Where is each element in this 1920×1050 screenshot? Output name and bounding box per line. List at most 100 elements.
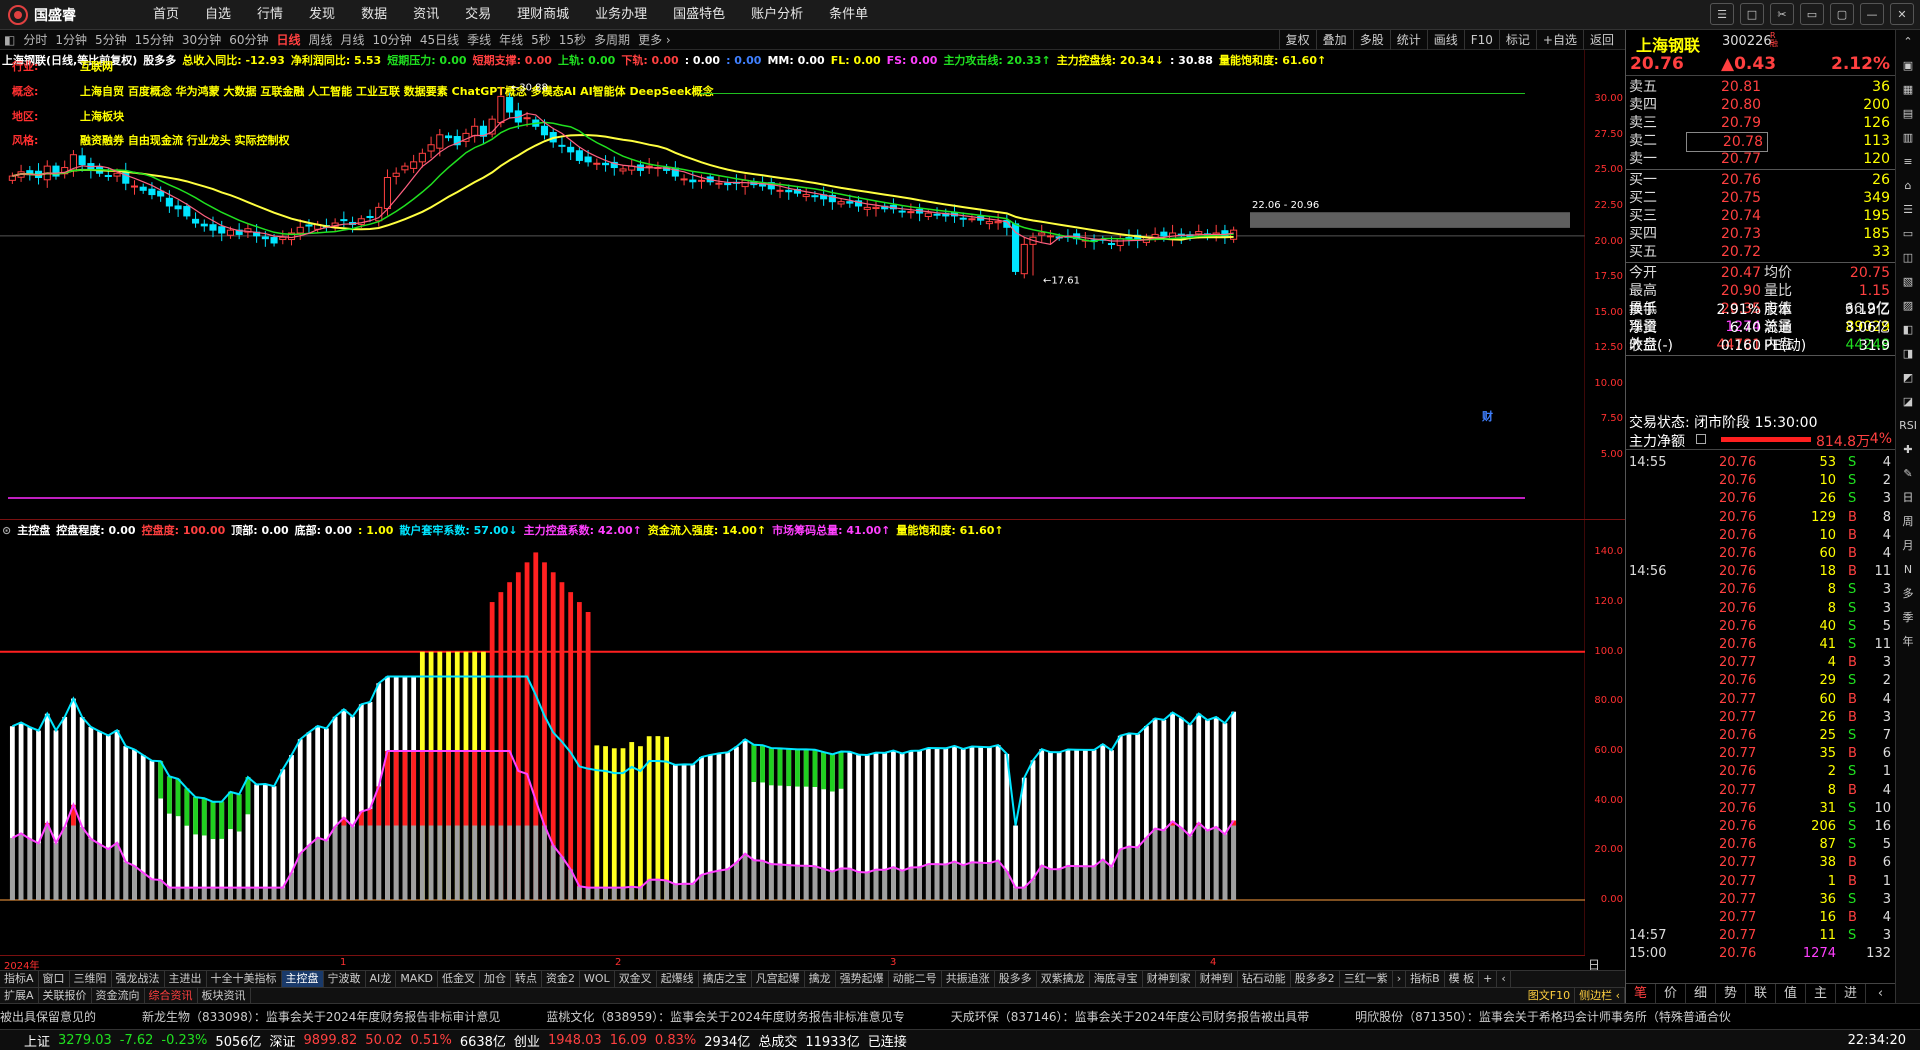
f10-tab-1[interactable]: 侧边栏 ‹ [1575,988,1625,1003]
sidebar-tool-icon-10[interactable]: ▧ [1896,270,1920,294]
window-control-icon-5[interactable]: — [1860,3,1884,25]
sidebar-tool-icon-7[interactable]: ☰ [1896,198,1920,222]
menu-item-1[interactable]: 自选 [192,0,244,30]
period-tab-9[interactable]: 10分钟 [369,31,416,48]
indicator-tab-3[interactable]: 强龙战法 [112,971,165,987]
tool-button-2[interactable]: 多股 [1352,30,1390,50]
tool-button-6[interactable]: 标记 [1498,30,1536,50]
news-item[interactable]: 新龙生物（833098）：监事会关于2024年度财务报告非标审计意见 [142,1010,500,1024]
panel-toggle-icon[interactable]: ◧ [0,33,19,47]
period-tab-2[interactable]: 5分钟 [91,31,131,48]
sidebar-tool-icon-17[interactable]: ✚ [1896,438,1920,462]
menu-item-4[interactable]: 数据 [348,0,400,30]
connection-status[interactable]: 已连接 [868,1031,907,1050]
indicator-tab-29[interactable]: 股多多2 [1291,971,1340,987]
indicator-tab-21[interactable]: 动能二号 [889,971,942,987]
indicator-tab-0[interactable]: 指标A [0,971,39,987]
sidebar-tool-icon-25[interactable]: 年 [1896,630,1920,654]
indicator-tab-4[interactable]: 主进出 [165,971,207,987]
right-tab-5[interactable]: 值 [1776,984,1806,1003]
tool-button-3[interactable]: 统计 [1389,30,1427,50]
window-control-icon-6[interactable]: ✕ [1890,3,1914,25]
bid-row[interactable]: 买二 20.75 349 [1626,189,1896,207]
period-tab-12[interactable]: 年线 [495,31,527,48]
ask-row[interactable]: 卖二 20.78 113 [1626,132,1896,152]
indicator-tab-27[interactable]: 财神到 [1196,971,1238,987]
news-item[interactable]: 天成环保（837146）：监事会关于2024年度公司财务报告被出具带 [951,1010,1309,1024]
period-tab-15[interactable]: 多周期 [590,31,634,48]
menu-item-10[interactable]: 账户分析 [738,0,816,30]
indicator-tab-12[interactable]: 转点 [511,971,543,987]
sidebar-tool-icon-13[interactable]: ◨ [1896,342,1920,366]
tool-button-0[interactable]: 复权 [1278,30,1316,50]
indicator-tab-28[interactable]: 钻石动能 [1238,971,1291,987]
bottom-tab-4[interactable]: 板块资讯 [198,988,251,1003]
indicator-tab-15[interactable]: 双金叉 [615,971,657,987]
bottom-tab-0[interactable]: 扩展A [0,988,39,1003]
sidebar-tool-icon-2[interactable]: ▦ [1896,78,1920,102]
netflow-toggle-icon[interactable] [1696,434,1706,444]
period-tab-13[interactable]: 5秒 [527,31,555,48]
tool-button-4[interactable]: 画线 [1426,30,1464,50]
period-tab-1[interactable]: 1分钟 [51,31,91,48]
sidebar-tool-icon-19[interactable]: 日 [1896,486,1920,510]
period-tab-4[interactable]: 30分钟 [178,31,225,48]
indicator-tab-10[interactable]: 低金叉 [438,971,481,987]
right-tab-7[interactable]: 进 [1836,984,1866,1003]
indicator-tab-24[interactable]: 双紫擒龙 [1037,971,1090,987]
period-tab-8[interactable]: 月线 [337,31,369,48]
indicator-tab-2[interactable]: 三维阳 [70,971,112,987]
menu-item-2[interactable]: 行情 [244,0,296,30]
window-control-icon-4[interactable]: ▢ [1830,3,1854,25]
sidebar-tool-icon-3[interactable]: ▤ [1896,102,1920,126]
indicator-tab-17[interactable]: 擒店之宝 [699,971,752,987]
indicator-tab-31[interactable]: › [1393,971,1407,987]
indicator-tab-8[interactable]: AI龙 [366,971,397,987]
period-tab-6[interactable]: 日线 [272,31,304,48]
menu-item-6[interactable]: 交易 [452,0,504,30]
window-control-icon-1[interactable]: □ [1740,3,1764,25]
period-tab-16[interactable]: 更多 › [634,31,675,48]
news-item[interactable]: 明欣股份（871350）：监事会关于希格玛会计师事务所（特殊普通合伙 [1355,1010,1731,1024]
ask-row[interactable]: 卖四 20.80 200 [1626,96,1896,114]
right-tab-4[interactable]: 联 [1746,984,1776,1003]
ask-row[interactable]: 卖三 20.79 126 [1626,114,1896,132]
indicator-tab-33[interactable]: 模 板 [1445,971,1480,987]
sidebar-tool-icon-16[interactable]: RSI [1896,414,1920,438]
bid-row[interactable]: 买五 20.72 33 [1626,243,1896,261]
right-tab-6[interactable]: 主 [1806,984,1836,1003]
news-item[interactable]: 蓝桃文化（838959）：监事会关于2024年度财务报告非标准意见专 [546,1010,904,1024]
bottom-tab-1[interactable]: 关联报价 [39,988,92,1003]
indicator-tab-20[interactable]: 强势起爆 [836,971,889,987]
sidebar-tool-icon-24[interactable]: 季 [1896,606,1920,630]
sidebar-tool-icon-1[interactable]: ▣ [1896,54,1920,78]
indicator-tab-26[interactable]: 财神到家 [1143,971,1196,987]
sidebar-tool-icon-22[interactable]: N [1896,558,1920,582]
tool-button-1[interactable]: 叠加 [1315,30,1353,50]
indicator-tab-6[interactable]: 主控盘 [281,971,324,987]
indicator-tab-25[interactable]: 海底寻宝 [1090,971,1143,987]
tool-button-5[interactable]: F10 [1463,30,1499,50]
period-tab-7[interactable]: 周线 [305,31,337,48]
menu-item-8[interactable]: 业务办理 [582,0,660,30]
window-control-icon-3[interactable]: ▭ [1800,3,1824,25]
f10-tab-0[interactable]: 图文F10 [1524,988,1576,1003]
bid-row[interactable]: 买四 20.73 185 [1626,225,1896,243]
sidebar-tool-icon-14[interactable]: ◩ [1896,366,1920,390]
indicator-tab-18[interactable]: 凡宫起爆 [752,971,805,987]
period-tab-11[interactable]: 季线 [463,31,495,48]
indicator-tab-13[interactable]: 资金2 [542,971,581,987]
indicator-tab-7[interactable]: 宁波敢 [324,971,366,987]
right-tab-3[interactable]: 势 [1716,984,1746,1003]
indicator-tab-23[interactable]: 股多多 [995,971,1037,987]
menu-item-7[interactable]: 理财商城 [504,0,582,30]
indicator-tab-32[interactable]: 指标B [1406,971,1445,987]
sidebar-tool-icon-12[interactable]: ◧ [1896,318,1920,342]
sidebar-tool-icon-15[interactable]: ◪ [1896,390,1920,414]
right-tab-0[interactable]: 笔 [1626,984,1656,1003]
sidebar-tool-icon-8[interactable]: ▭ [1896,222,1920,246]
indicator-tab-22[interactable]: 共振追涨 [942,971,995,987]
sidebar-tool-icon-21[interactable]: 月 [1896,534,1920,558]
period-tab-3[interactable]: 15分钟 [131,31,178,48]
indicator-tab-11[interactable]: 加仓 [480,971,512,987]
